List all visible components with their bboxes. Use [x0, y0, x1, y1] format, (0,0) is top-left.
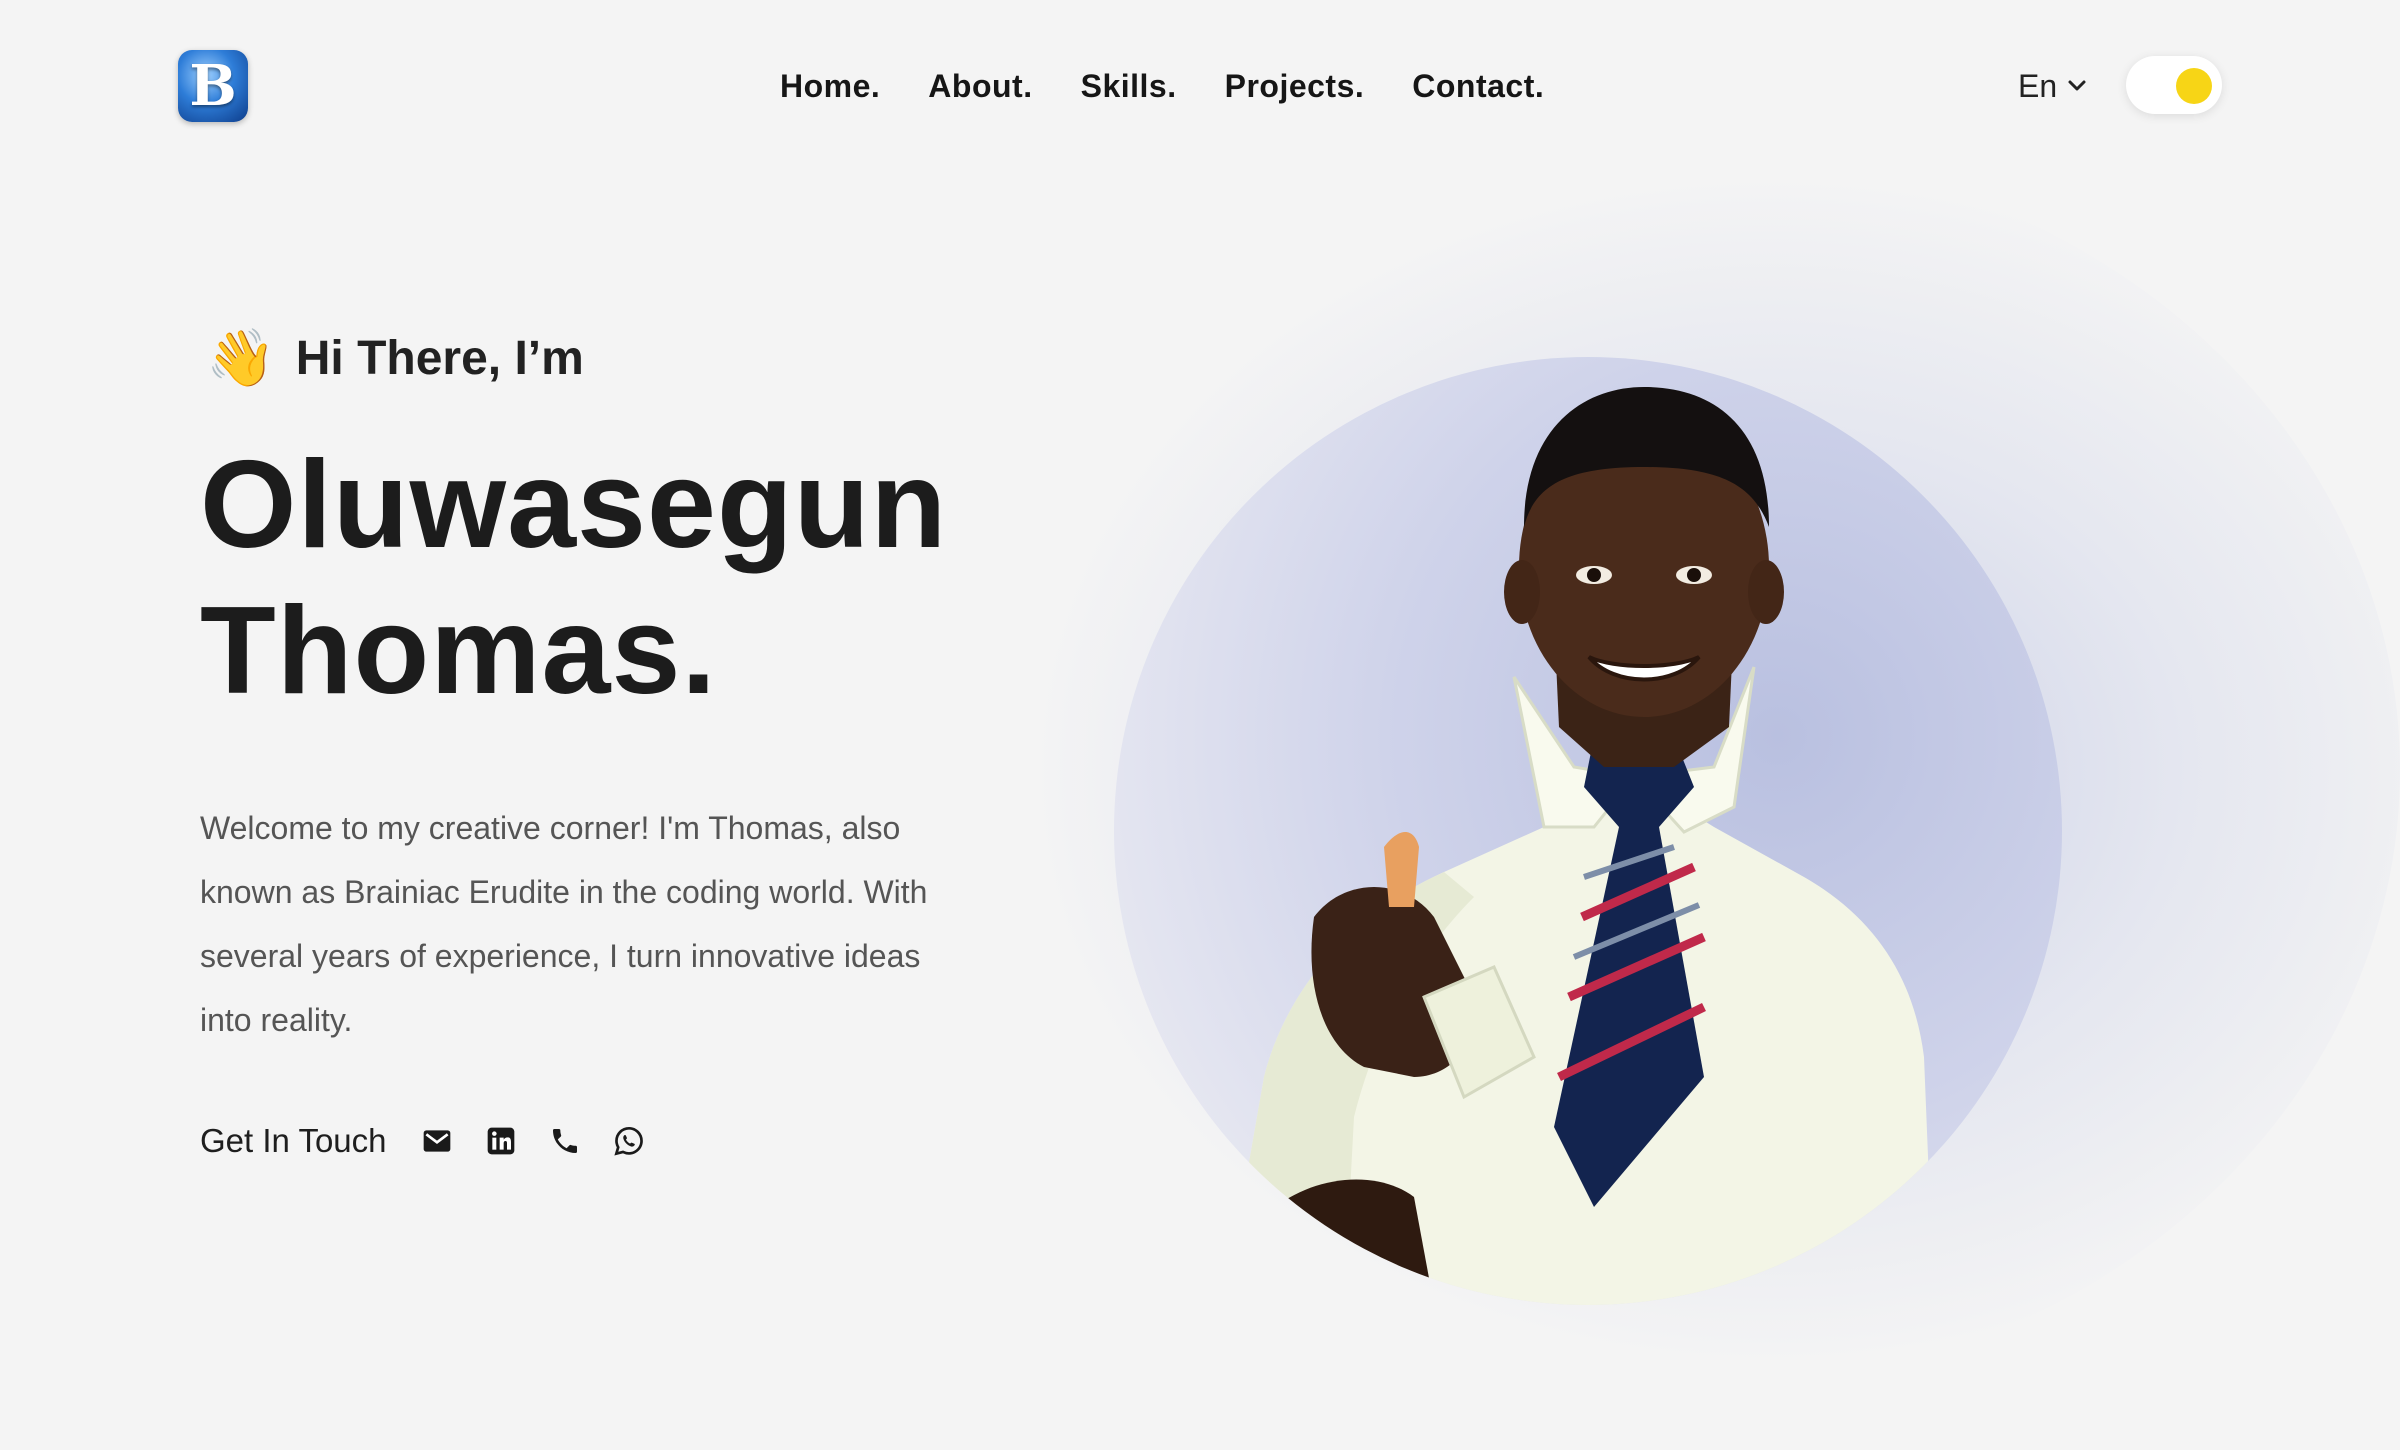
- whatsapp-icon[interactable]: [613, 1125, 645, 1157]
- greeting: 👋 Hi There, I’m: [206, 330, 584, 386]
- hero-bio: Welcome to my creative corner! I'm Thoma…: [200, 810, 928, 1038]
- name-last: Thomas.: [200, 582, 717, 720]
- nav-contact[interactable]: Contact.: [1412, 60, 1544, 112]
- portfolio-page: B Home. About. Skills. Projects. Contact…: [0, 0, 2400, 1450]
- nav-home[interactable]: Home.: [780, 60, 880, 112]
- nav-projects[interactable]: Projects.: [1225, 60, 1365, 112]
- theme-toggle[interactable]: [2126, 56, 2222, 114]
- contact-row: Get In Touch: [200, 1116, 677, 1166]
- phone-icon[interactable]: [549, 1125, 581, 1157]
- toggle-knob: [2176, 68, 2212, 104]
- name-first: Oluwasegun: [200, 436, 948, 574]
- chevron-down-icon: [2068, 80, 2086, 91]
- greeting-text: Hi There, I’m: [295, 331, 584, 385]
- logo-letter: B: [189, 53, 237, 119]
- main-nav: Home. About. Skills. Projects. Contact.: [780, 60, 1544, 112]
- language-label: En: [2018, 67, 2058, 104]
- profile-photo: [1114, 357, 2062, 1305]
- nav-about[interactable]: About.: [928, 60, 1032, 112]
- hero-name: Oluwasegun Thomas.: [200, 432, 947, 724]
- profile-photo-illustration: [1224, 387, 1934, 1305]
- linkedin-icon[interactable]: [485, 1125, 517, 1157]
- language-selector[interactable]: En: [2018, 60, 2087, 112]
- email-icon[interactable]: [421, 1125, 453, 1157]
- nav-skills[interactable]: Skills.: [1081, 60, 1177, 112]
- brand-logo[interactable]: B: [178, 50, 248, 122]
- waving-hand-icon: 👋: [206, 326, 276, 389]
- get-in-touch-label: Get In Touch: [200, 1122, 387, 1159]
